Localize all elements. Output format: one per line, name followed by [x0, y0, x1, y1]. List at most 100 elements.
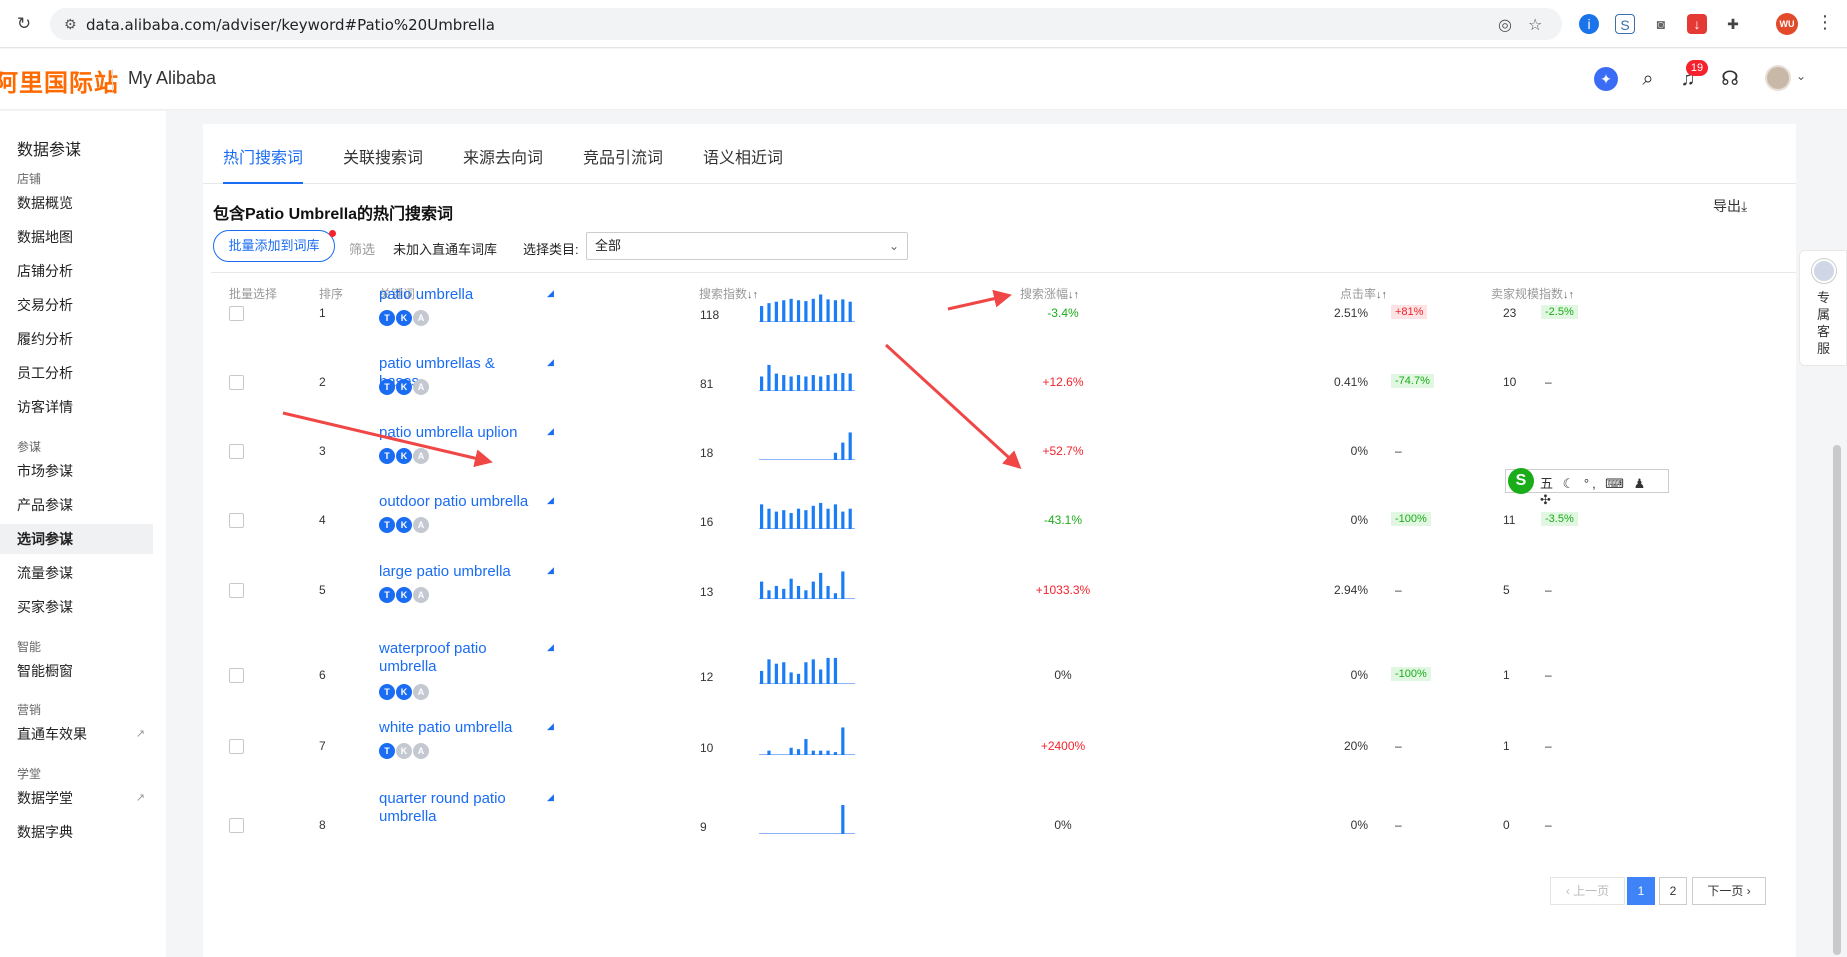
keyword-link[interactable]: white patio umbrella — [379, 719, 539, 737]
keyword-menu-triangle-icon[interactable]: ◢ — [547, 495, 554, 506]
site-info-icon[interactable]: ⚙ — [64, 16, 77, 33]
export-button[interactable]: 导出⤓ — [1713, 196, 1747, 216]
headset-icon[interactable]: ☊ — [1718, 67, 1742, 91]
keyword-badge[interactable]: A — [413, 587, 429, 603]
reload-icon[interactable]: ↻ — [14, 14, 34, 34]
col-header-growth[interactable]: 搜索涨幅↓↑ — [1020, 285, 1079, 302]
sidebar-item-product[interactable]: 产品参谋 — [0, 490, 153, 520]
user-avatar[interactable] — [1765, 65, 1791, 91]
tab-related-keywords[interactable]: 关联搜索词 — [343, 144, 423, 184]
tab-semantic-keywords[interactable]: 语义相近词 — [703, 144, 783, 184]
search-icon[interactable]: ⌕ — [1636, 67, 1660, 91]
camera-icon[interactable]: ◙ — [1651, 14, 1671, 34]
tab-competitor-keywords[interactable]: 竞品引流词 — [583, 144, 663, 184]
keyword-badge[interactable]: K — [396, 684, 412, 700]
keyword-badge[interactable]: K — [396, 743, 412, 759]
customer-service-tab[interactable]: 专属客服 — [1799, 250, 1847, 366]
sidebar-item-buyer[interactable]: 买家参谋 — [0, 592, 153, 622]
download-extension-icon[interactable]: ↓ — [1687, 14, 1707, 34]
keyword-menu-triangle-icon[interactable]: ◢ — [547, 792, 554, 803]
keyword-badge[interactable]: A — [413, 743, 429, 759]
sidebar-item-staff-analysis[interactable]: 员工分析 — [0, 358, 153, 388]
keyword-badge[interactable]: T — [379, 684, 395, 700]
tab-hot-keywords[interactable]: 热门搜索词 — [223, 144, 304, 184]
keyword-link[interactable]: patio umbrella uplion — [379, 424, 539, 442]
bookmark-star-icon[interactable]: ☆ — [1528, 15, 1542, 35]
keyword-badge[interactable]: T — [379, 448, 395, 464]
col-header-search-index[interactable]: 搜索指数↓↑ — [699, 285, 758, 302]
extension-info-icon[interactable]: i — [1579, 14, 1599, 34]
alibaba-logo[interactable]: 阿里国际站 — [0, 63, 119, 98]
keyword-badge[interactable]: K — [396, 587, 412, 603]
sidebar-item-smart-showcase[interactable]: 智能橱窗 — [0, 656, 153, 686]
keyword-badge[interactable]: T — [379, 379, 395, 395]
batch-add-button[interactable]: 批量添加到词库 — [213, 230, 335, 262]
sidebar-item-market[interactable]: 市场参谋 — [0, 456, 153, 486]
keyword-menu-triangle-icon[interactable]: ◢ — [547, 565, 554, 576]
ime-controls[interactable]: 五 ☾ °, ⌨ ♟ ✣ — [1540, 473, 1668, 508]
eye-off-icon[interactable]: ◎ — [1498, 15, 1512, 35]
page-scrollbar[interactable] — [1833, 445, 1841, 955]
browser-menu-icon[interactable]: ⋮ — [1816, 12, 1834, 33]
sort-icon[interactable]: ↓↑ — [1563, 289, 1574, 301]
pagination-page-2[interactable]: 2 — [1659, 877, 1687, 905]
keyword-badge[interactable]: T — [379, 743, 395, 759]
row-checkbox[interactable] — [229, 444, 244, 459]
keyword-badge[interactable]: K — [396, 379, 412, 395]
sidebar-item-overview[interactable]: 数据概览 — [0, 188, 153, 218]
keyword-menu-triangle-icon[interactable]: ◢ — [547, 721, 554, 732]
tab-source-keywords[interactable]: 来源去向词 — [463, 144, 543, 184]
sidebar-item-shop-analysis[interactable]: 店铺分析 — [0, 256, 153, 286]
sogou-ime-icon[interactable]: S — [1508, 468, 1534, 494]
sort-icon[interactable]: ↓↑ — [1376, 289, 1387, 301]
keyword-link[interactable]: quarter round patio umbrella — [379, 790, 539, 826]
row-checkbox[interactable] — [229, 513, 244, 528]
row-checkbox[interactable] — [229, 375, 244, 390]
pagination-next-button[interactable]: 下一页 › — [1692, 877, 1766, 905]
chevron-down-icon[interactable]: ⌄ — [1796, 69, 1806, 83]
keyword-menu-triangle-icon[interactable]: ◢ — [547, 288, 554, 299]
keyword-badge[interactable]: A — [413, 684, 429, 700]
sidebar-item-data-map[interactable]: 数据地图 — [0, 222, 153, 252]
sidebar-item-visitor-details[interactable]: 访客详情 — [0, 392, 153, 422]
row-checkbox[interactable] — [229, 739, 244, 754]
profile-avatar[interactable]: WU — [1776, 13, 1798, 35]
filter-not-in-p4p[interactable]: 未加入直通车词库 — [393, 239, 497, 258]
sidebar-item-fulfillment[interactable]: 履约分析 — [0, 324, 153, 354]
url-text[interactable]: data.alibaba.com/adviser/keyword#Patio%2… — [86, 16, 495, 34]
puzzle-extensions-icon[interactable]: ✚ — [1723, 14, 1743, 34]
ime-toolbar[interactable]: S 五 ☾ °, ⌨ ♟ ✣ — [1505, 468, 1669, 507]
keyword-badge[interactable]: A — [413, 379, 429, 395]
keyword-badge[interactable]: K — [396, 448, 412, 464]
keyword-link[interactable]: large patio umbrella — [379, 563, 539, 581]
extension-s-icon[interactable]: S — [1615, 14, 1635, 34]
category-select[interactable]: 全部 ⌄ — [586, 232, 908, 260]
sidebar-item-data-dictionary[interactable]: 数据字典 — [0, 817, 153, 847]
col-header-seller-index[interactable]: 卖家规模指数↓↑ — [1491, 285, 1574, 302]
sidebar-item-traffic[interactable]: 流量参谋 — [0, 558, 153, 588]
keyword-link[interactable]: patio umbrella — [379, 286, 539, 304]
sidebar-item-p4p-effect[interactable]: 直通车效果 ↗ — [0, 719, 153, 749]
row-checkbox[interactable] — [229, 818, 244, 833]
sort-icon[interactable]: ↓↑ — [747, 289, 758, 301]
pagination-page-1[interactable]: 1 — [1627, 877, 1655, 905]
keyword-menu-triangle-icon[interactable]: ◢ — [547, 426, 554, 437]
keyword-badge[interactable]: K — [396, 310, 412, 326]
sort-icon[interactable]: ↓↑ — [1068, 289, 1079, 301]
keyword-badge[interactable]: A — [413, 310, 429, 326]
sidebar-item-keyword[interactable]: 选词参谋 — [0, 524, 153, 554]
ai-assistant-icon[interactable]: ✦ — [1594, 67, 1618, 91]
my-alibaba-title[interactable]: My Alibaba — [128, 68, 216, 89]
keyword-badge[interactable]: T — [379, 587, 395, 603]
row-checkbox[interactable] — [229, 583, 244, 598]
keyword-link[interactable]: waterproof patio umbrella — [379, 640, 539, 676]
sidebar-item-data-academy[interactable]: 数据学堂 ↗ — [0, 783, 153, 813]
keyword-badge[interactable]: A — [413, 448, 429, 464]
address-bar[interactable]: ⚙ data.alibaba.com/adviser/keyword#Patio… — [50, 8, 1562, 40]
keyword-badge[interactable]: A — [413, 517, 429, 533]
row-checkbox[interactable] — [229, 306, 244, 321]
sidebar-item-trade-analysis[interactable]: 交易分析 — [0, 290, 153, 320]
pagination-prev-button[interactable]: ‹ 上一页 — [1550, 877, 1625, 905]
row-checkbox[interactable] — [229, 668, 244, 683]
keyword-menu-triangle-icon[interactable]: ◢ — [547, 357, 554, 368]
